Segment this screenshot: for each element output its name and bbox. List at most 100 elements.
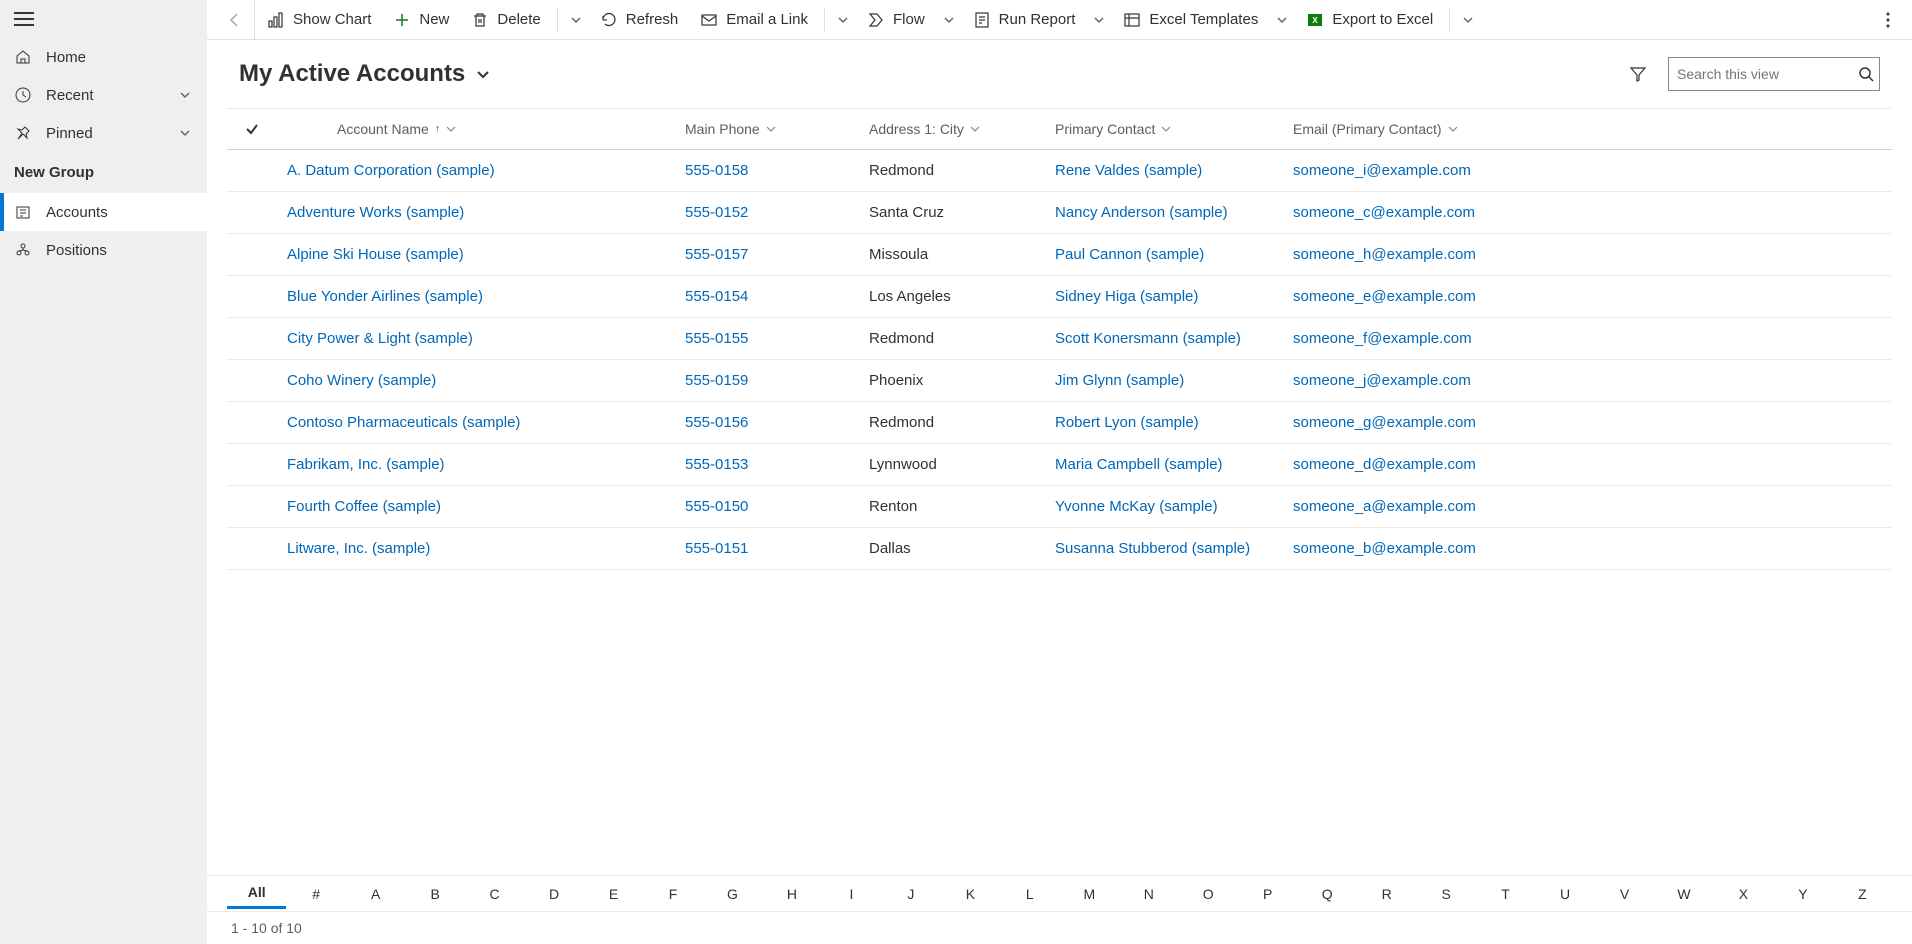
- export-dropdown[interactable]: [1456, 0, 1480, 40]
- account-link[interactable]: Adventure Works (sample): [287, 204, 464, 221]
- email-link[interactable]: someone_a@example.com: [1293, 498, 1476, 515]
- excel-templates-button[interactable]: Excel Templates: [1113, 0, 1268, 40]
- email-dropdown[interactable]: [831, 0, 855, 40]
- nav-pinned[interactable]: Pinned: [0, 114, 207, 152]
- email-link[interactable]: someone_i@example.com: [1293, 162, 1471, 179]
- report-dropdown[interactable]: [1087, 0, 1111, 40]
- table-row[interactable]: Blue Yonder Airlines (sample) 555-0154 L…: [227, 276, 1892, 318]
- flow-button[interactable]: Flow: [857, 0, 935, 40]
- account-link[interactable]: Blue Yonder Airlines (sample): [287, 288, 483, 305]
- table-row[interactable]: Alpine Ski House (sample) 555-0157 Misso…: [227, 234, 1892, 276]
- search-box[interactable]: [1668, 57, 1880, 91]
- contact-link[interactable]: Nancy Anderson (sample): [1055, 204, 1228, 221]
- templates-dropdown[interactable]: [1270, 0, 1294, 40]
- export-excel-button[interactable]: X Export to Excel: [1296, 0, 1443, 40]
- table-row[interactable]: Fourth Coffee (sample) 555-0150 Renton Y…: [227, 486, 1892, 528]
- table-row[interactable]: Litware, Inc. (sample) 555-0151 Dallas S…: [227, 528, 1892, 570]
- table-row[interactable]: A. Datum Corporation (sample) 555-0158 R…: [227, 150, 1892, 192]
- phone-link[interactable]: 555-0156: [685, 414, 748, 431]
- account-link[interactable]: Contoso Pharmaceuticals (sample): [287, 414, 520, 431]
- nav-accounts[interactable]: Accounts: [0, 193, 207, 231]
- contact-link[interactable]: Scott Konersmann (sample): [1055, 330, 1241, 347]
- overflow-menu[interactable]: [1872, 0, 1904, 40]
- alpha-filter-item[interactable]: H: [762, 880, 821, 908]
- alpha-filter-item[interactable]: W: [1654, 880, 1713, 908]
- phone-link[interactable]: 555-0151: [685, 540, 748, 557]
- alpha-filter-item[interactable]: G: [703, 880, 762, 908]
- email-link[interactable]: someone_h@example.com: [1293, 246, 1476, 263]
- alpha-filter-item[interactable]: #: [286, 880, 345, 908]
- contact-link[interactable]: Maria Campbell (sample): [1055, 456, 1223, 473]
- phone-link[interactable]: 555-0150: [685, 498, 748, 515]
- alpha-filter-item[interactable]: J: [881, 880, 940, 908]
- alpha-filter-item[interactable]: E: [584, 880, 643, 908]
- alpha-filter-item[interactable]: R: [1357, 880, 1416, 908]
- alpha-filter-item[interactable]: F: [643, 880, 702, 908]
- alpha-filter-item[interactable]: O: [1179, 880, 1238, 908]
- alpha-filter-item[interactable]: Y: [1773, 880, 1832, 908]
- account-link[interactable]: Fabrikam, Inc. (sample): [287, 456, 445, 473]
- account-link[interactable]: Litware, Inc. (sample): [287, 540, 430, 557]
- contact-link[interactable]: Jim Glynn (sample): [1055, 372, 1184, 389]
- phone-link[interactable]: 555-0157: [685, 246, 748, 263]
- alpha-filter-item[interactable]: T: [1476, 880, 1535, 908]
- alpha-filter-item[interactable]: M: [1060, 880, 1119, 908]
- new-button[interactable]: New: [383, 0, 459, 40]
- delete-button[interactable]: Delete: [461, 0, 550, 40]
- alpha-filter-item[interactable]: D: [524, 880, 583, 908]
- nav-positions[interactable]: Positions: [0, 231, 207, 269]
- show-chart-button[interactable]: Show Chart: [257, 0, 381, 40]
- alpha-filter-item[interactable]: X: [1714, 880, 1773, 908]
- nav-recent[interactable]: Recent: [0, 76, 207, 114]
- column-city[interactable]: Address 1: City: [859, 121, 1045, 137]
- phone-link[interactable]: 555-0158: [685, 162, 748, 179]
- alpha-filter-item[interactable]: L: [1000, 880, 1059, 908]
- phone-link[interactable]: 555-0159: [685, 372, 748, 389]
- delete-dropdown[interactable]: [564, 0, 588, 40]
- hamburger-menu[interactable]: [14, 12, 34, 26]
- column-email[interactable]: Email (Primary Contact): [1283, 121, 1892, 137]
- table-row[interactable]: Contoso Pharmaceuticals (sample) 555-015…: [227, 402, 1892, 444]
- alpha-filter-item[interactable]: Q: [1297, 880, 1356, 908]
- alpha-filter-item[interactable]: P: [1238, 880, 1297, 908]
- email-link[interactable]: someone_j@example.com: [1293, 372, 1471, 389]
- contact-link[interactable]: Susanna Stubberod (sample): [1055, 540, 1250, 557]
- account-link[interactable]: Alpine Ski House (sample): [287, 246, 464, 263]
- account-link[interactable]: Fourth Coffee (sample): [287, 498, 441, 515]
- phone-link[interactable]: 555-0152: [685, 204, 748, 221]
- run-report-button[interactable]: Run Report: [963, 0, 1086, 40]
- table-row[interactable]: Adventure Works (sample) 555-0152 Santa …: [227, 192, 1892, 234]
- filter-button[interactable]: [1620, 56, 1656, 92]
- alpha-filter-item[interactable]: N: [1119, 880, 1178, 908]
- account-link[interactable]: Coho Winery (sample): [287, 372, 436, 389]
- email-link[interactable]: someone_e@example.com: [1293, 288, 1476, 305]
- email-link[interactable]: someone_c@example.com: [1293, 204, 1475, 221]
- email-link[interactable]: someone_f@example.com: [1293, 330, 1472, 347]
- phone-link[interactable]: 555-0154: [685, 288, 748, 305]
- table-row[interactable]: Fabrikam, Inc. (sample) 555-0153 Lynnwoo…: [227, 444, 1892, 486]
- back-button[interactable]: [215, 0, 255, 40]
- alpha-filter-item[interactable]: All: [227, 878, 286, 909]
- contact-link[interactable]: Robert Lyon (sample): [1055, 414, 1199, 431]
- contact-link[interactable]: Paul Cannon (sample): [1055, 246, 1204, 263]
- account-link[interactable]: A. Datum Corporation (sample): [287, 162, 495, 179]
- table-row[interactable]: City Power & Light (sample) 555-0155 Red…: [227, 318, 1892, 360]
- flow-dropdown[interactable]: [937, 0, 961, 40]
- column-account-name[interactable]: Account Name ↑: [277, 121, 675, 137]
- table-row[interactable]: Coho Winery (sample) 555-0159 Phoenix Ji…: [227, 360, 1892, 402]
- search-input[interactable]: [1677, 66, 1858, 82]
- contact-link[interactable]: Yvonne McKay (sample): [1055, 498, 1218, 515]
- alpha-filter-item[interactable]: V: [1595, 880, 1654, 908]
- view-selector[interactable]: My Active Accounts: [239, 60, 491, 88]
- alpha-filter-item[interactable]: C: [465, 880, 524, 908]
- alpha-filter-item[interactable]: Z: [1833, 880, 1892, 908]
- contact-link[interactable]: Sidney Higa (sample): [1055, 288, 1198, 305]
- column-primary-contact[interactable]: Primary Contact: [1045, 121, 1283, 137]
- alpha-filter-item[interactable]: I: [822, 880, 881, 908]
- search-icon[interactable]: [1858, 66, 1874, 82]
- email-link[interactable]: someone_d@example.com: [1293, 456, 1476, 473]
- email-link[interactable]: someone_b@example.com: [1293, 540, 1476, 557]
- email-link-button[interactable]: Email a Link: [690, 0, 818, 40]
- email-link[interactable]: someone_g@example.com: [1293, 414, 1476, 431]
- account-link[interactable]: City Power & Light (sample): [287, 330, 473, 347]
